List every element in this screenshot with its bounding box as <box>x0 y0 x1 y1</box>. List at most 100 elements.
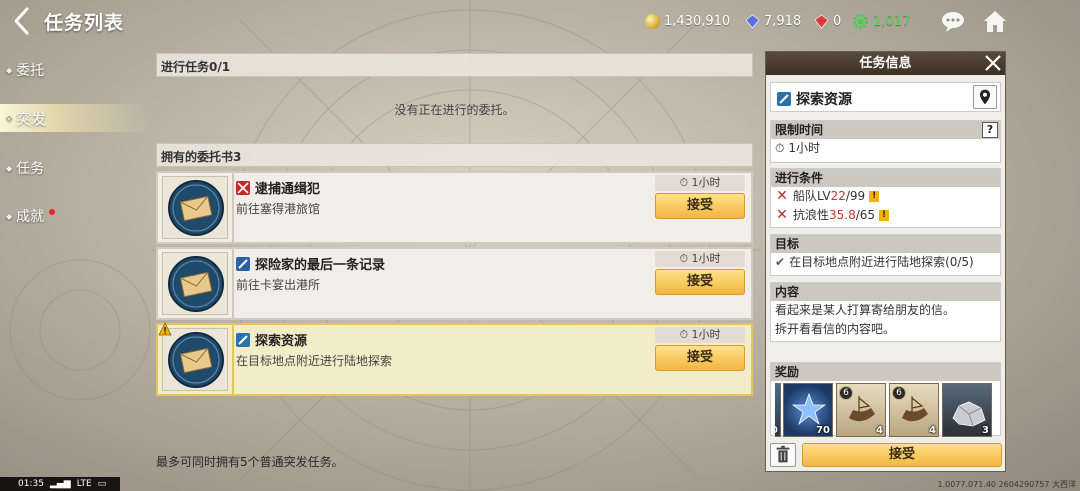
reward-list[interactable]: 0 70 6 4 6 <box>775 383 1000 437</box>
task-name: 逮捕通缉犯 <box>255 182 321 197</box>
reward-item[interactable]: 3 <box>942 383 992 437</box>
top-bar: 任务列表 1,430,910 7,918 0 1,017 <box>0 0 1080 44</box>
reward-item[interactable]: 6 4 <box>889 383 939 437</box>
green-gear-currency: 1,017 <box>852 11 910 31</box>
task-info-panel: 任务信息 探索资源 限制时间 ? ⏱ 1小时 进行条件 ✕ 船队LV 22 /9… <box>765 51 1006 472</box>
nav-item-emergency[interactable]: ◇ 突发 <box>0 104 150 132</box>
goal-header: 目标 <box>771 235 1000 253</box>
fail-cross-icon: ✕ <box>776 188 788 204</box>
task-name: 探险家的最后一条记录 <box>255 258 386 273</box>
task-timer: ⏱ 1小时 <box>655 327 745 343</box>
task-description: 前往卡宴出港所 <box>236 278 321 292</box>
task-row[interactable]: 逮捕通缉犯 前往塞得港旅馆 ⏱ 1小时 接受 <box>156 171 753 244</box>
divider <box>232 173 234 242</box>
conditions-header: 进行条件 <box>771 169 1000 187</box>
reward-item[interactable]: 70 <box>783 383 833 437</box>
divider <box>232 249 234 318</box>
reward-count: 4 <box>876 425 883 436</box>
system-status-bar: 01:35 ▂▄▆ LTE ▭ <box>0 477 120 491</box>
timer-label: 1小时 <box>691 252 721 265</box>
reward-count: 70 <box>816 425 830 436</box>
compass-needle-icon <box>236 332 250 347</box>
warning-icon: ! <box>879 210 890 221</box>
divider <box>232 325 234 394</box>
panel-header: 任务信息 <box>766 52 1005 75</box>
accept-button[interactable]: 接受 <box>655 345 745 371</box>
condition-label: 船队LV <box>793 189 831 203</box>
reward-item[interactable]: 6 4 <box>836 383 886 437</box>
nav-item-achievement[interactable]: ◆ 成就 <box>6 205 56 227</box>
clock-icon: ⏱ <box>775 141 785 155</box>
task-description: 前往塞得港旅馆 <box>236 202 321 216</box>
task-description: 在目标地点附近进行陆地探索 <box>236 354 393 368</box>
reward-item[interactable]: 0 <box>775 383 781 437</box>
time-limit-section: 限制时间 ? ⏱ 1小时 <box>770 120 1001 163</box>
signal-icon: ▂▄▆ <box>49 479 71 489</box>
envelope-icon <box>168 332 224 388</box>
panel-title: 任务信息 <box>859 56 912 71</box>
condition-row: ✕ 船队LV 22/99 ! <box>771 187 1000 206</box>
reward-level-badge: 6 <box>892 386 906 400</box>
reward-count: 3 <box>982 425 989 436</box>
time-limit-header: 限制时间 ? <box>771 121 1000 139</box>
blue-gem-value: 7,918 <box>764 13 802 29</box>
close-icon[interactable] <box>983 53 1003 73</box>
accept-button[interactable]: 接受 <box>655 193 745 219</box>
nav-item-quest[interactable]: ◆ 任务 <box>6 157 44 179</box>
nav-label: 成就 <box>16 209 45 225</box>
condition-total: /65 <box>855 208 876 222</box>
time-limit-value: 1小时 <box>788 141 821 155</box>
task-name: 探索资源 <box>255 334 308 349</box>
goal-text: 在目标地点附近进行陆地探索(0/5) <box>789 255 974 269</box>
clock-icon: ⏱ <box>679 176 689 189</box>
nav-item-commission[interactable]: ◆ 委托 <box>6 59 44 81</box>
task-title: 逮捕通缉犯 <box>236 178 320 197</box>
location-pin-icon[interactable] <box>973 85 997 109</box>
warning-icon: ! <box>869 191 880 202</box>
nav-bullet-icon: ◆ <box>6 211 13 221</box>
help-button[interactable]: ? <box>982 122 998 138</box>
accept-button[interactable]: 接受 <box>655 269 745 295</box>
selected-task-name: 探索资源 <box>796 92 852 108</box>
envelope-icon <box>168 180 224 236</box>
selected-task-card: 探索资源 <box>770 82 1001 112</box>
conditions-section: 进行条件 ✕ 船队LV 22/99 ! ✕ 抗浪性 35.8/65 ! <box>770 168 1001 228</box>
rewards-section: 奖励 0 70 6 4 6 <box>770 362 1001 437</box>
owned-tasks-header: 拥有的委托书3 <box>156 143 753 167</box>
content-line: 看起来是某人打算寄给朋友的信。 <box>775 303 956 317</box>
reward-count: 4 <box>929 425 936 436</box>
content-line: 拆开看看信的内容吧。 <box>775 322 896 336</box>
goal-section: 目标 ✔ 在目标地点附近进行陆地探索(0/5) <box>770 234 1001 276</box>
gold-currency: 1,430,910 <box>645 11 730 31</box>
blue-gem-icon <box>745 14 760 28</box>
task-row-selected[interactable]: 探索资源 在目标地点附近进行陆地探索 ⏱ 1小时 接受 <box>156 323 753 396</box>
time-limit-row: ⏱ 1小时 <box>771 139 1000 158</box>
timer-label: 1小时 <box>691 176 721 189</box>
condition-row: ✕ 抗浪性 35.8/65 ! <box>771 206 1000 225</box>
page-title: 任务列表 <box>44 12 125 34</box>
gold-coin-icon <box>645 13 660 29</box>
warning-icon <box>158 322 172 336</box>
task-limit-note: 最多可同时拥有5个普通突发任务。 <box>156 455 344 469</box>
task-title: 探索资源 <box>236 330 307 349</box>
clock-icon: ⏱ <box>679 328 689 341</box>
section-label: 限制时间 <box>775 123 824 137</box>
chat-bubble-icon[interactable] <box>940 8 966 34</box>
nav-label: 委托 <box>16 63 45 79</box>
envelope-icon <box>168 256 224 312</box>
selected-task-title: 探索资源 <box>777 89 852 109</box>
goal-row: ✔ 在目标地点附近进行陆地探索(0/5) <box>771 253 1000 272</box>
notification-dot <box>49 209 56 215</box>
checkmark-icon: ✔ <box>775 255 786 269</box>
home-icon[interactable] <box>982 8 1008 34</box>
content-header: 内容 <box>771 283 1000 301</box>
nav-label: 突发 <box>16 109 47 128</box>
network-type: LTE <box>76 479 92 489</box>
trash-icon[interactable] <box>770 443 796 467</box>
task-row[interactable]: 探险家的最后一条记录 前往卡宴出港所 ⏱ 1小时 接受 <box>156 247 753 320</box>
letter-thumbnail <box>162 252 228 315</box>
back-arrow-icon[interactable] <box>8 6 38 36</box>
accept-task-button[interactable]: 接受 <box>802 443 1002 467</box>
green-gear-value: 1,017 <box>873 13 911 29</box>
red-gem-icon <box>814 14 829 28</box>
